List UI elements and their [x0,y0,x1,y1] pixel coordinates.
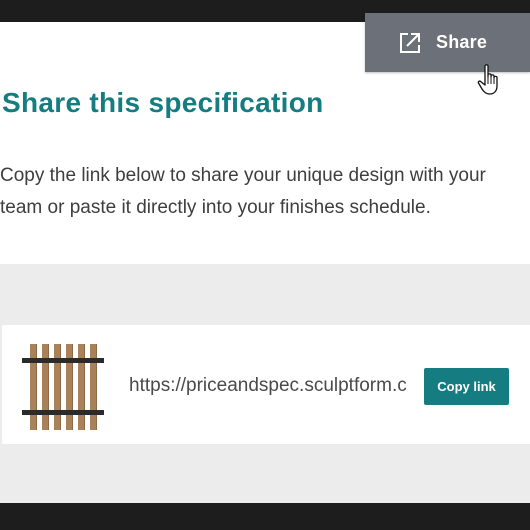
share-description: Copy the link below to share your unique… [0,165,486,218]
link-card: https://priceandspec.sculptform.c Copy l… [2,325,530,444]
share-link-url[interactable]: https://priceandspec.sculptform.c [129,373,416,399]
timber-batten-screen-thumbnail [22,344,104,430]
hand-pointer-cursor-icon [477,64,498,95]
share-external-icon [400,32,420,53]
share-button-label: Share [436,32,488,52]
page-title: Share this specification [2,87,324,118]
share-button[interactable]: Share [365,13,530,72]
copy-link-button[interactable]: Copy link [424,368,509,405]
window-bottom-bar [0,503,530,530]
